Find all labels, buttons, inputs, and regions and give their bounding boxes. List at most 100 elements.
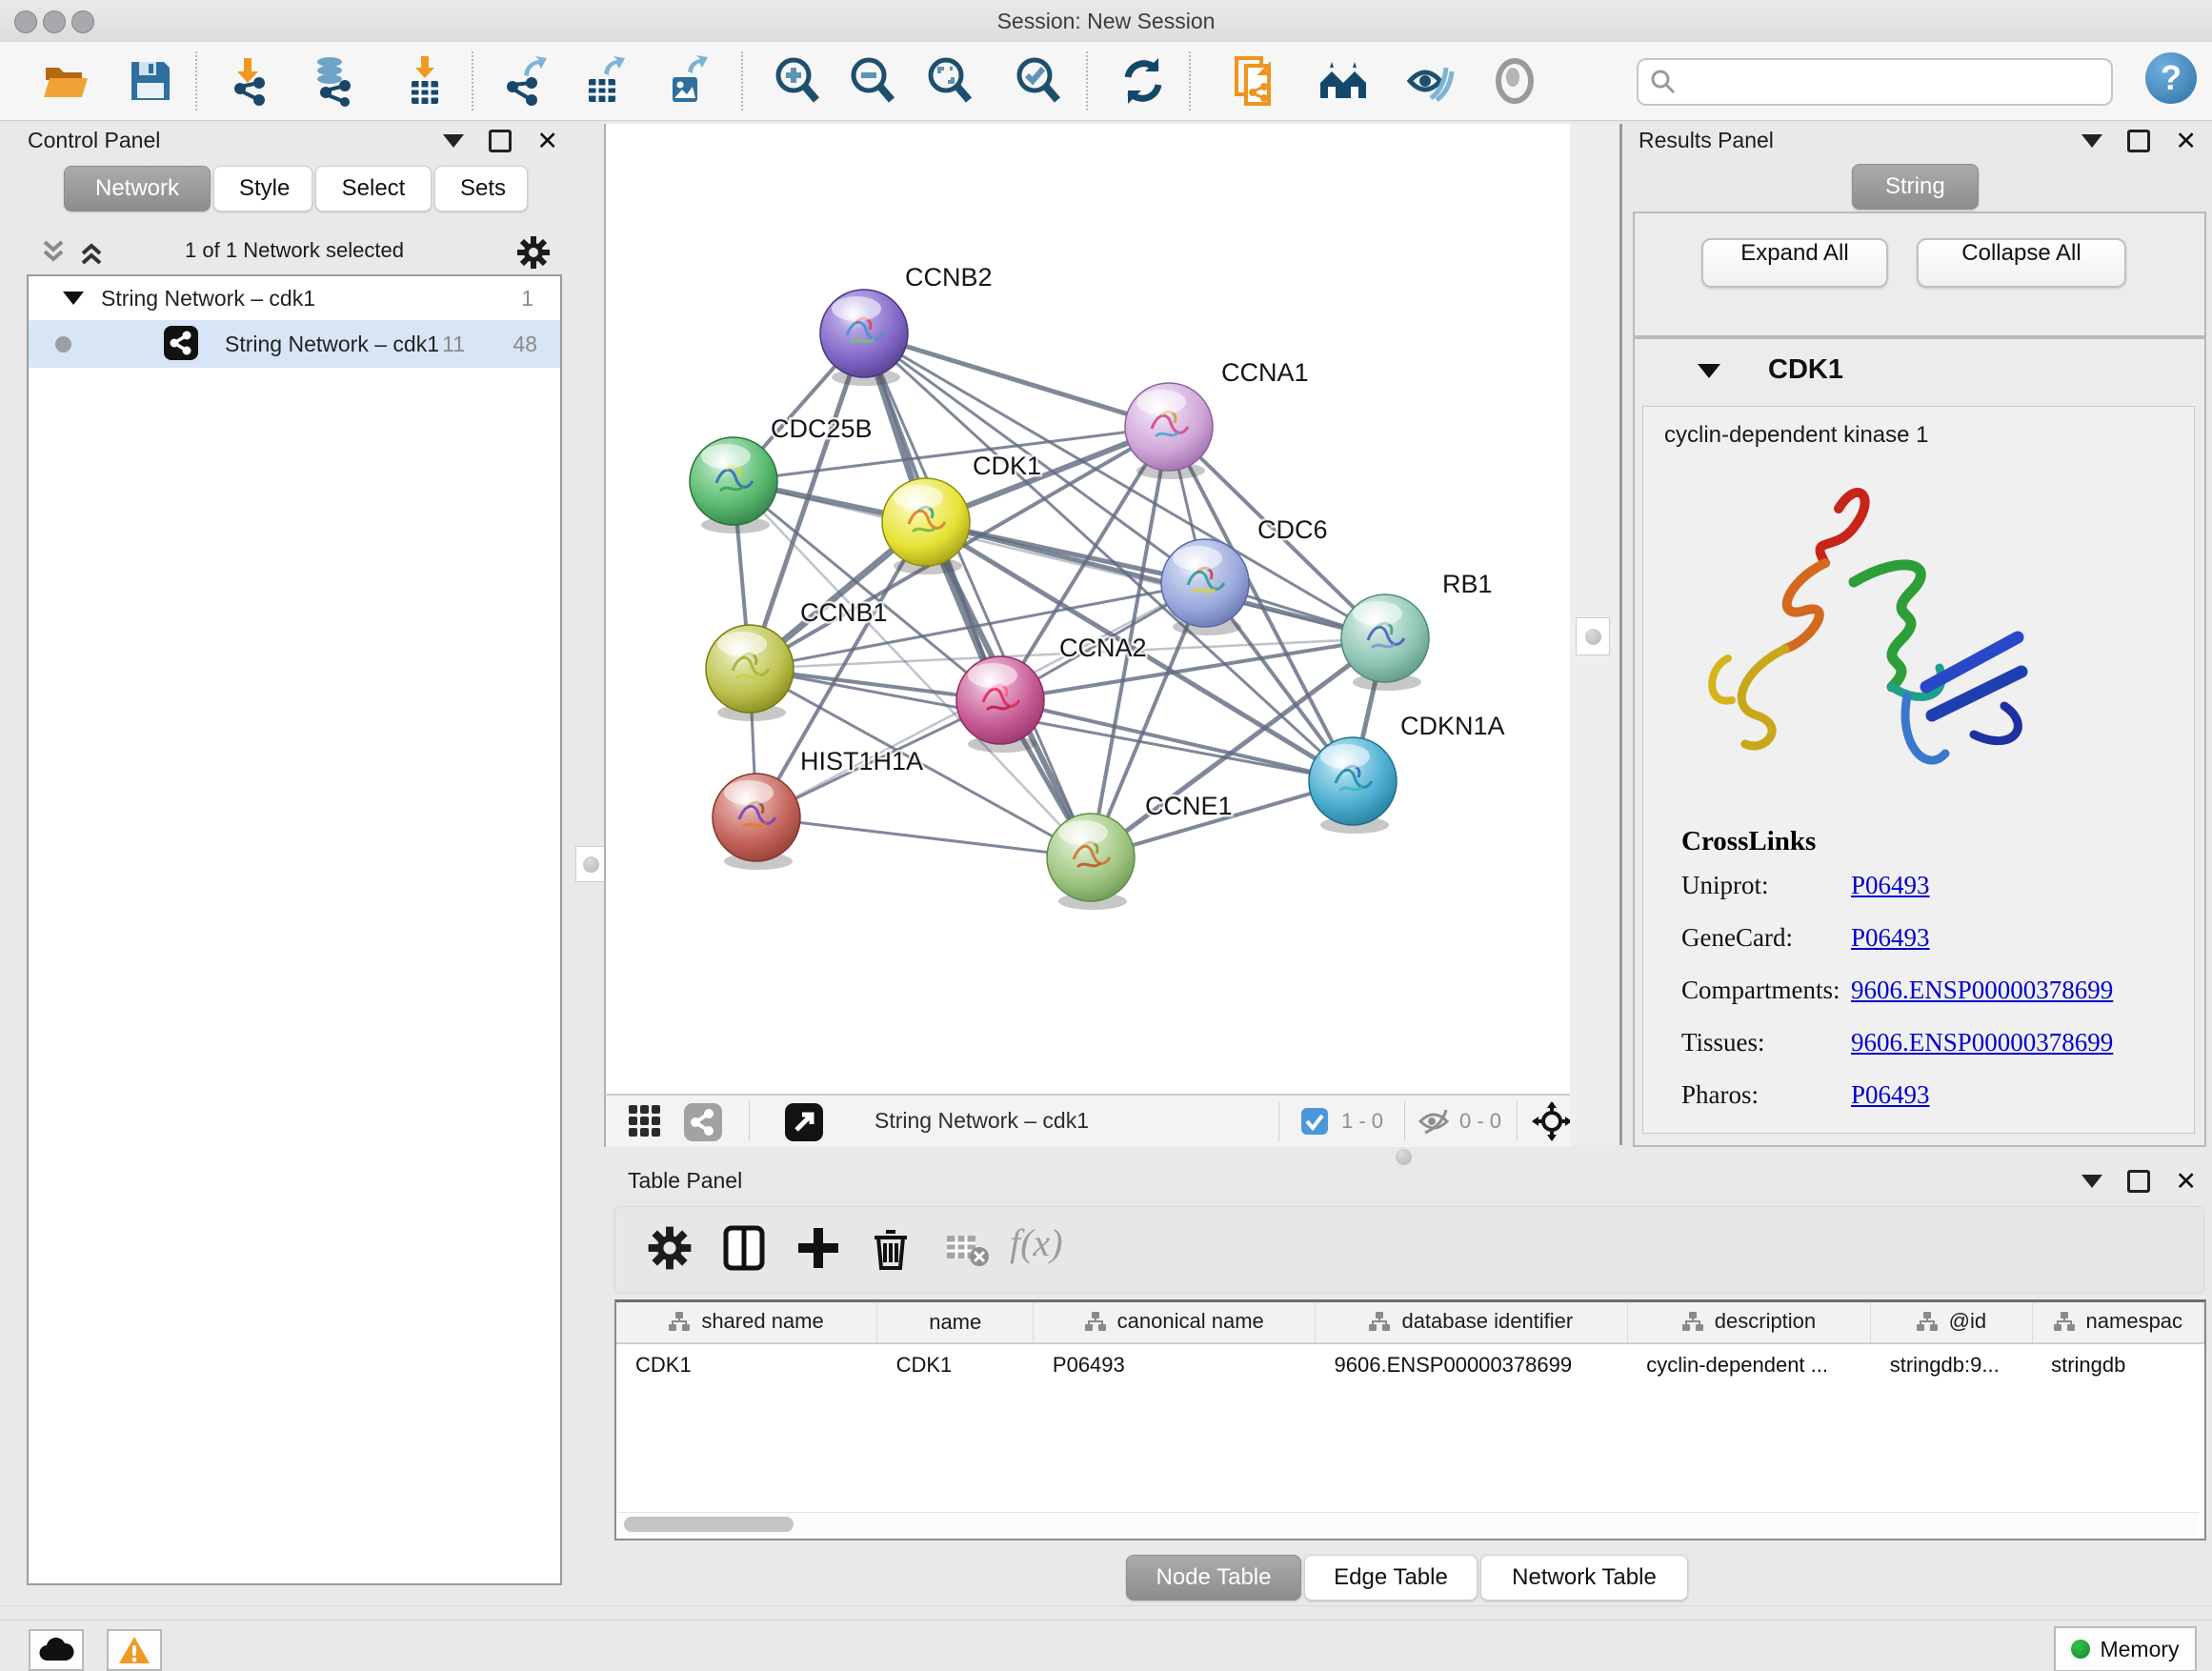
- panel-float-icon[interactable]: [2127, 1170, 2150, 1193]
- import-network-from-database-button[interactable]: [307, 54, 360, 108]
- panel-float-icon[interactable]: [2127, 130, 2150, 152]
- network-edge[interactable]: [756, 817, 1091, 857]
- column-header[interactable]: canonical name: [1034, 1302, 1316, 1343]
- crosslink-link[interactable]: P06493: [1851, 923, 1930, 953]
- help-button[interactable]: ?: [2145, 52, 2197, 104]
- crosslink-link[interactable]: 9606.ENSP00000378699: [1851, 976, 2113, 1005]
- birds-eye-view-icon[interactable]: [1532, 1101, 1572, 1146]
- cell-name[interactable]: CDK1: [877, 1343, 1034, 1386]
- gene-header[interactable]: CDK1: [1635, 339, 2204, 406]
- scrollbar-thumb[interactable]: [624, 1517, 794, 1532]
- tab-network-table[interactable]: Network Table: [1480, 1555, 1688, 1601]
- import-table-from-file-button[interactable]: [398, 54, 452, 108]
- network-canvas[interactable]: CDK1CCNB2CCNA1CDC25BCDC6RB1CCNB1CCNA2CDK…: [606, 124, 1572, 1094]
- tab-style[interactable]: Style: [213, 166, 312, 211]
- column-header[interactable]: database identifier: [1316, 1302, 1628, 1343]
- network-node-CCNE1[interactable]: [1047, 814, 1135, 910]
- tab-string[interactable]: String: [1852, 164, 1979, 210]
- cell-id[interactable]: stringdb:9...: [1871, 1343, 2032, 1386]
- vertical-splitter-handle[interactable]: [1576, 617, 1610, 655]
- open-in-new-window-icon[interactable]: [785, 1103, 823, 1146]
- network-node-CDC6[interactable]: [1161, 539, 1249, 635]
- zoom-selected-button[interactable]: [1012, 54, 1065, 108]
- column-header[interactable]: shared name: [616, 1302, 877, 1343]
- network-edge[interactable]: [864, 333, 1091, 857]
- show-columns-icon[interactable]: [720, 1224, 772, 1276]
- function-builder-icon[interactable]: f(x): [1010, 1220, 1096, 1272]
- cell-shared-name[interactable]: CDK1: [616, 1343, 877, 1386]
- vertical-splitter-handle[interactable]: [575, 846, 606, 882]
- hide-glasses-button[interactable]: [1402, 54, 1456, 108]
- network-node-CDKN1A[interactable]: [1309, 737, 1397, 834]
- panel-collapse-icon[interactable]: [2081, 134, 2102, 148]
- refresh-button[interactable]: [1116, 54, 1170, 108]
- tab-select[interactable]: Select: [315, 166, 432, 211]
- network-node-CCNB2[interactable]: [820, 290, 908, 386]
- horizontal-scrollbar[interactable]: [618, 1512, 2199, 1536]
- panel-close-icon[interactable]: ✕: [536, 131, 558, 151]
- collapse-all-button[interactable]: Collapse All: [1917, 238, 2126, 288]
- cell-database-identifier[interactable]: 9606.ENSP00000378699: [1316, 1343, 1628, 1386]
- panel-close-icon[interactable]: ✕: [2175, 131, 2197, 151]
- network-node-CCNA1[interactable]: [1125, 383, 1213, 479]
- search-input[interactable]: [1637, 58, 2113, 106]
- import-network-from-file-button[interactable]: [223, 54, 276, 108]
- memory-button[interactable]: Memory: [2054, 1626, 2197, 1671]
- panel-collapse-icon[interactable]: [443, 134, 464, 148]
- panel-close-icon[interactable]: ✕: [2175, 1172, 2197, 1191]
- panel-float-icon[interactable]: [489, 130, 512, 152]
- disclosure-triangle-icon[interactable]: [63, 292, 84, 305]
- zoom-fit-button[interactable]: [923, 54, 976, 108]
- crosslink-label: Uniprot:: [1681, 871, 1851, 900]
- delete-column-icon[interactable]: [867, 1224, 918, 1276]
- cell-description[interactable]: cyclin-dependent ...: [1627, 1343, 1871, 1386]
- tab-node-table[interactable]: Node Table: [1126, 1555, 1301, 1601]
- table-row[interactable]: CDK1 CDK1 P06493 9606.ENSP00000378699 cy…: [616, 1343, 2204, 1386]
- tab-edge-table[interactable]: Edge Table: [1304, 1555, 1478, 1601]
- export-network-button[interactable]: [499, 54, 553, 108]
- grid-view-icon[interactable]: [627, 1103, 663, 1144]
- crosslink-link[interactable]: P06493: [1851, 871, 1930, 900]
- export-table-button[interactable]: [577, 54, 631, 108]
- table-settings-gear-icon[interactable]: [646, 1224, 697, 1276]
- hidden-eye-icon[interactable]: [1418, 1108, 1450, 1139]
- cell-namespace[interactable]: stringdb: [2032, 1343, 2203, 1386]
- delete-table-icon[interactable]: [943, 1224, 995, 1276]
- warnings-button[interactable]: [107, 1629, 162, 1671]
- network-collection-row[interactable]: String Network – cdk1 1: [29, 276, 560, 320]
- disclosure-triangle-icon[interactable]: [1698, 364, 1720, 378]
- column-header[interactable]: namespac: [2032, 1302, 2203, 1343]
- panel-collapse-icon[interactable]: [2081, 1175, 2102, 1188]
- column-header[interactable]: @id: [1871, 1302, 2032, 1343]
- share-document-button[interactable]: [1229, 54, 1282, 108]
- crosslink-link[interactable]: 9606.ENSP00000378699: [1851, 1028, 2113, 1057]
- tab-sets[interactable]: Sets: [434, 166, 528, 211]
- zoom-out-button[interactable]: [846, 54, 899, 108]
- column-header[interactable]: name: [877, 1302, 1034, 1343]
- network-edge[interactable]: [864, 333, 1169, 427]
- tab-network[interactable]: Network: [64, 166, 211, 211]
- network-node-CCNB1[interactable]: [706, 625, 794, 721]
- export-image-button[interactable]: [661, 54, 714, 108]
- network-node-RB1[interactable]: [1341, 594, 1429, 691]
- cloud-button[interactable]: [29, 1629, 84, 1671]
- open-session-button[interactable]: [40, 54, 93, 108]
- crosslink-link[interactable]: P06493: [1851, 1080, 1930, 1110]
- network-node-CDK1[interactable]: [882, 478, 970, 574]
- gene-description: cyclin-dependent kinase 1: [1664, 422, 1929, 449]
- add-column-icon[interactable]: [794, 1224, 846, 1276]
- string-home-button[interactable]: [1317, 54, 1370, 108]
- network-row-selected[interactable]: String Network – cdk1 11 48: [29, 320, 560, 368]
- cell-canonical-name[interactable]: P06493: [1034, 1343, 1316, 1386]
- network-node-CDC25B[interactable]: [690, 437, 777, 534]
- network-node-HIST1H1A[interactable]: [713, 774, 800, 870]
- expand-all-button[interactable]: Expand All: [1701, 238, 1888, 288]
- node-highlight: [724, 780, 774, 805]
- zoom-in-button[interactable]: [771, 54, 824, 108]
- save-session-button[interactable]: [124, 54, 177, 108]
- gear-icon[interactable]: [515, 234, 552, 271]
- share-view-icon[interactable]: [684, 1103, 722, 1146]
- inspect-eye-button[interactable]: [1488, 54, 1541, 108]
- column-header[interactable]: description: [1627, 1302, 1871, 1343]
- selected-checkbox-icon[interactable]: [1301, 1108, 1328, 1139]
